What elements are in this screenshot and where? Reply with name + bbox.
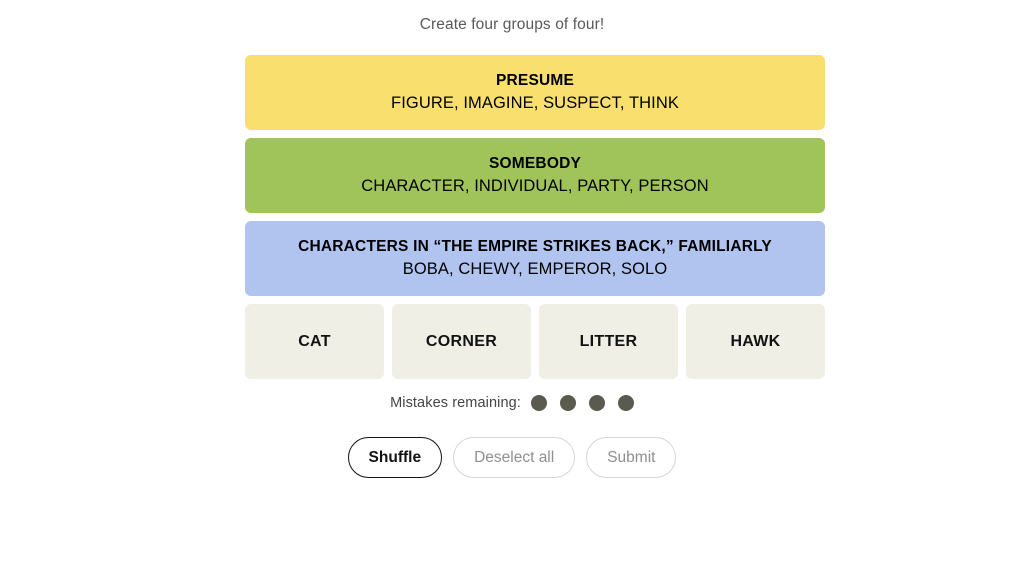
mistake-dot-icon <box>588 395 605 411</box>
solved-group-members: BOBA, CHEWY, EMPEROR, SOLO <box>402 260 668 278</box>
solved-group-members: CHARACTER, INDIVIDUAL, PARTY, PERSON <box>361 177 709 195</box>
solved-group-title: PRESUME <box>495 72 575 89</box>
deselect-all-button[interactable]: Deselect all <box>453 437 576 478</box>
action-buttons: Shuffle Deselect all Submit <box>0 437 1024 478</box>
solved-group-title: SOMEBODY <box>488 155 582 172</box>
mistake-dot-icon <box>617 395 634 411</box>
mistake-dot-icon <box>559 395 576 411</box>
submit-button[interactable]: Submit <box>586 437 677 478</box>
tile-row: CAT CORNER LITTER HAWK <box>245 304 825 379</box>
shuffle-button[interactable]: Shuffle <box>347 437 443 478</box>
mistakes-label: Mistakes remaining: <box>390 395 521 411</box>
game-board: PRESUME FIGURE, IMAGINE, SUSPECT, THINK … <box>245 55 825 379</box>
word-tile-hawk[interactable]: HAWK <box>686 304 825 379</box>
solved-group-green: SOMEBODY CHARACTER, INDIVIDUAL, PARTY, P… <box>245 138 825 213</box>
solved-group-yellow: PRESUME FIGURE, IMAGINE, SUSPECT, THINK <box>245 55 825 130</box>
word-tile-cat[interactable]: CAT <box>245 304 384 379</box>
connections-game: Create four groups of four! PRESUME FIGU… <box>0 0 1024 564</box>
solved-group-title: CHARACTERS IN “THE EMPIRE STRIKES BACK,”… <box>298 238 772 255</box>
mistakes-remaining: Mistakes remaining: <box>0 395 1024 411</box>
mistake-dot-icon <box>530 395 547 411</box>
solved-group-members: FIGURE, IMAGINE, SUSPECT, THINK <box>391 94 679 112</box>
solved-group-blue: CHARACTERS IN “THE EMPIRE STRIKES BACK,”… <box>245 221 825 296</box>
mistake-dots <box>530 395 634 411</box>
word-tile-litter[interactable]: LITTER <box>539 304 678 379</box>
word-tile-corner[interactable]: CORNER <box>392 304 531 379</box>
page-title: Create four groups of four! <box>419 16 605 33</box>
